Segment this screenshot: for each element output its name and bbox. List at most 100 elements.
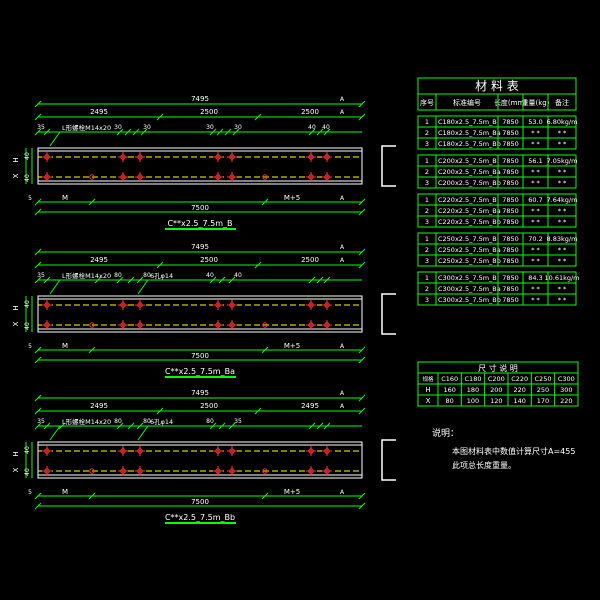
dim-table-title: 尺 寸 说 明 — [478, 363, 518, 373]
material-table-cell: 7850 — [502, 207, 519, 215]
material-table-cell: * * — [531, 296, 540, 304]
beam-3-hole-dim-text: 35 — [37, 418, 45, 425]
material-table-cell: C180x2.5_7.5m_B — [438, 118, 497, 126]
beam-1-title: C**x2.5_7.5m_B — [167, 219, 232, 228]
material-table-cell: 1 — [425, 196, 429, 204]
beam-2-span-text: 2500 — [301, 256, 319, 264]
beam-3-bottom-label: M+5 — [284, 488, 300, 496]
material-table-cell: 2 — [425, 285, 429, 293]
material-table-cell: 56.1 — [528, 157, 542, 165]
beam-2-callout-leader — [49, 279, 61, 295]
material-table-cell: 3 — [425, 140, 429, 148]
beam-3-section-mark: A — [340, 390, 345, 397]
beam-1-bottom-label: A — [340, 195, 345, 202]
material-table-cell: 3 — [425, 296, 429, 304]
material-table-cell: C300x2.5_7.5m_Ba — [438, 285, 501, 293]
material-table-cell: * * — [531, 257, 540, 265]
dim-table-cell: 300 — [560, 386, 572, 394]
beam-1-hole-dim-text: 30 — [114, 124, 122, 131]
beam-2-span-text: 2500 — [200, 256, 218, 264]
material-table-cell: 7850 — [502, 157, 519, 165]
material-table-cell: C250x2.5_7.5m_Ba — [438, 246, 501, 254]
beam-2-title: C**x2.5_7.5m_Ba — [165, 367, 235, 376]
material-table-cell: 7850 — [502, 235, 519, 243]
material-table-cell: 7.05kg/m — [547, 157, 578, 165]
beam-1-section-mark: A — [340, 96, 345, 103]
dim-table-column-header: C300 — [558, 375, 575, 383]
material-table-cell: * * — [558, 129, 567, 137]
beam-1-left-dim-40: 40 — [24, 152, 31, 160]
material-table-cell: C250x2.5_7.5m_B — [438, 235, 497, 243]
material-table-cell: C220x2.5_7.5m_Bb — [438, 218, 501, 226]
beam-1-callout-leader — [49, 131, 61, 147]
material-table-header-cell: 重量(kg) — [522, 99, 550, 107]
beam-3-hole-dim-text: 80 — [114, 418, 122, 425]
beam-3-bottom-label: M — [62, 488, 68, 496]
material-table-cell: 2 — [425, 207, 429, 215]
beam-2-callout-leader — [137, 279, 149, 295]
material-table-cell: 10.61kg/m — [544, 274, 579, 282]
beam-3-section-symbol — [381, 439, 396, 481]
beam-3-total-dim-text: 7495 — [191, 389, 209, 397]
beam-3-callout-leader — [137, 425, 149, 441]
beam-2-total-dim-text: 7495 — [191, 243, 209, 251]
beam-2-callout-text: L形螺栓M14x20 — [62, 271, 111, 280]
beam-3-bottom-label: A — [340, 489, 345, 496]
beam-3-callout-text: L形螺栓M14x20 — [62, 417, 111, 426]
material-table-cell: 1 — [425, 118, 429, 126]
beam-3-left-dim-H: H — [12, 451, 20, 456]
beam-2-beam-outline — [37, 295, 363, 333]
beam-1-left-dim-40: 40 — [24, 174, 31, 182]
beam-2-hole-dim-text: 35 — [37, 272, 45, 279]
beam-2-hole-dim-text: 40 — [234, 272, 242, 279]
dim-table-cell: 170 — [537, 397, 549, 405]
material-table-cell: 7850 — [502, 246, 519, 254]
material-table-cell: C200x2.5_7.5m_Bb — [438, 179, 501, 187]
beam-2-bottom-label: M — [62, 342, 68, 350]
material-table-cell: 84.3 — [528, 274, 542, 282]
material-table-cell: 7850 — [502, 257, 519, 265]
beam-3-left-dim-X: X — [12, 467, 20, 472]
beam-1-span-text: 2495 — [90, 108, 108, 116]
material-table-cell: * * — [558, 218, 567, 226]
drawing-canvas: 74952495 2500 2500AA35 30 30 30 30 40 40L形螺栓M14x… — [12, 77, 580, 524]
beam-2-span-text: 2495 — [90, 256, 108, 264]
dim-table-cell: 80 — [446, 397, 454, 405]
dim-table-cell: 100 — [467, 397, 479, 405]
beam-1-beam-outline — [37, 147, 363, 185]
beam-2-bottom-label: 5 — [28, 343, 32, 350]
beam-1-bottom-label: 5 — [28, 195, 32, 202]
beam-3-title: C**x2.5_7.5m_Bb — [165, 513, 235, 522]
beam-2-bottom-label: M+5 — [284, 342, 300, 350]
dim-table-cell: 250 — [537, 386, 549, 394]
material-table-cell: * * — [531, 218, 540, 226]
dim-table-corner: 规格 — [422, 375, 434, 383]
beam-1-bottom-total-text: 7500 — [191, 204, 209, 212]
material-table-cell: C200x2.5_7.5m_B — [438, 157, 497, 165]
beam-1-bottom-label: M+5 — [284, 194, 300, 202]
dim-table-column-header: C180 — [465, 375, 482, 383]
beam-2-left-dim-X: X — [12, 321, 20, 326]
beam-1-total-dim-text: 7495 — [191, 95, 209, 103]
material-table-cell: C220x2.5_7.5m_Ba — [438, 207, 501, 215]
material-table-cell: 1 — [425, 274, 429, 282]
beam-3-left-dim-40: 40 — [24, 468, 31, 476]
material-table-cell: * * — [558, 207, 567, 215]
beam-2-left-dim-40: 40 — [24, 322, 31, 330]
dim-table-row-label: X — [426, 397, 431, 405]
beam-2-bottom-label: A — [340, 343, 345, 350]
material-table-cell: * * — [531, 207, 540, 215]
material-table-cell: 1 — [425, 235, 429, 243]
dim-table-row-label: H — [425, 386, 430, 394]
material-table-header-cell: 标准编号 — [453, 98, 481, 107]
beam-3-bottom-label: 5 — [28, 489, 32, 496]
material-table-cell: 7850 — [502, 168, 519, 176]
material-table-cell: C180x2.5_7.5m_Ba — [438, 129, 501, 137]
material-table-cell: * * — [558, 140, 567, 148]
material-table-cell: * * — [558, 285, 567, 293]
material-table-cell: C220x2.5_7.5m_B — [438, 196, 497, 204]
dim-table-column-header: C250 — [535, 375, 552, 383]
material-table-cell: C300x2.5_7.5m_Bb — [438, 296, 501, 304]
beam-2-section-mark: A — [340, 257, 345, 264]
beam-3-span-text: 2495 — [90, 402, 108, 410]
